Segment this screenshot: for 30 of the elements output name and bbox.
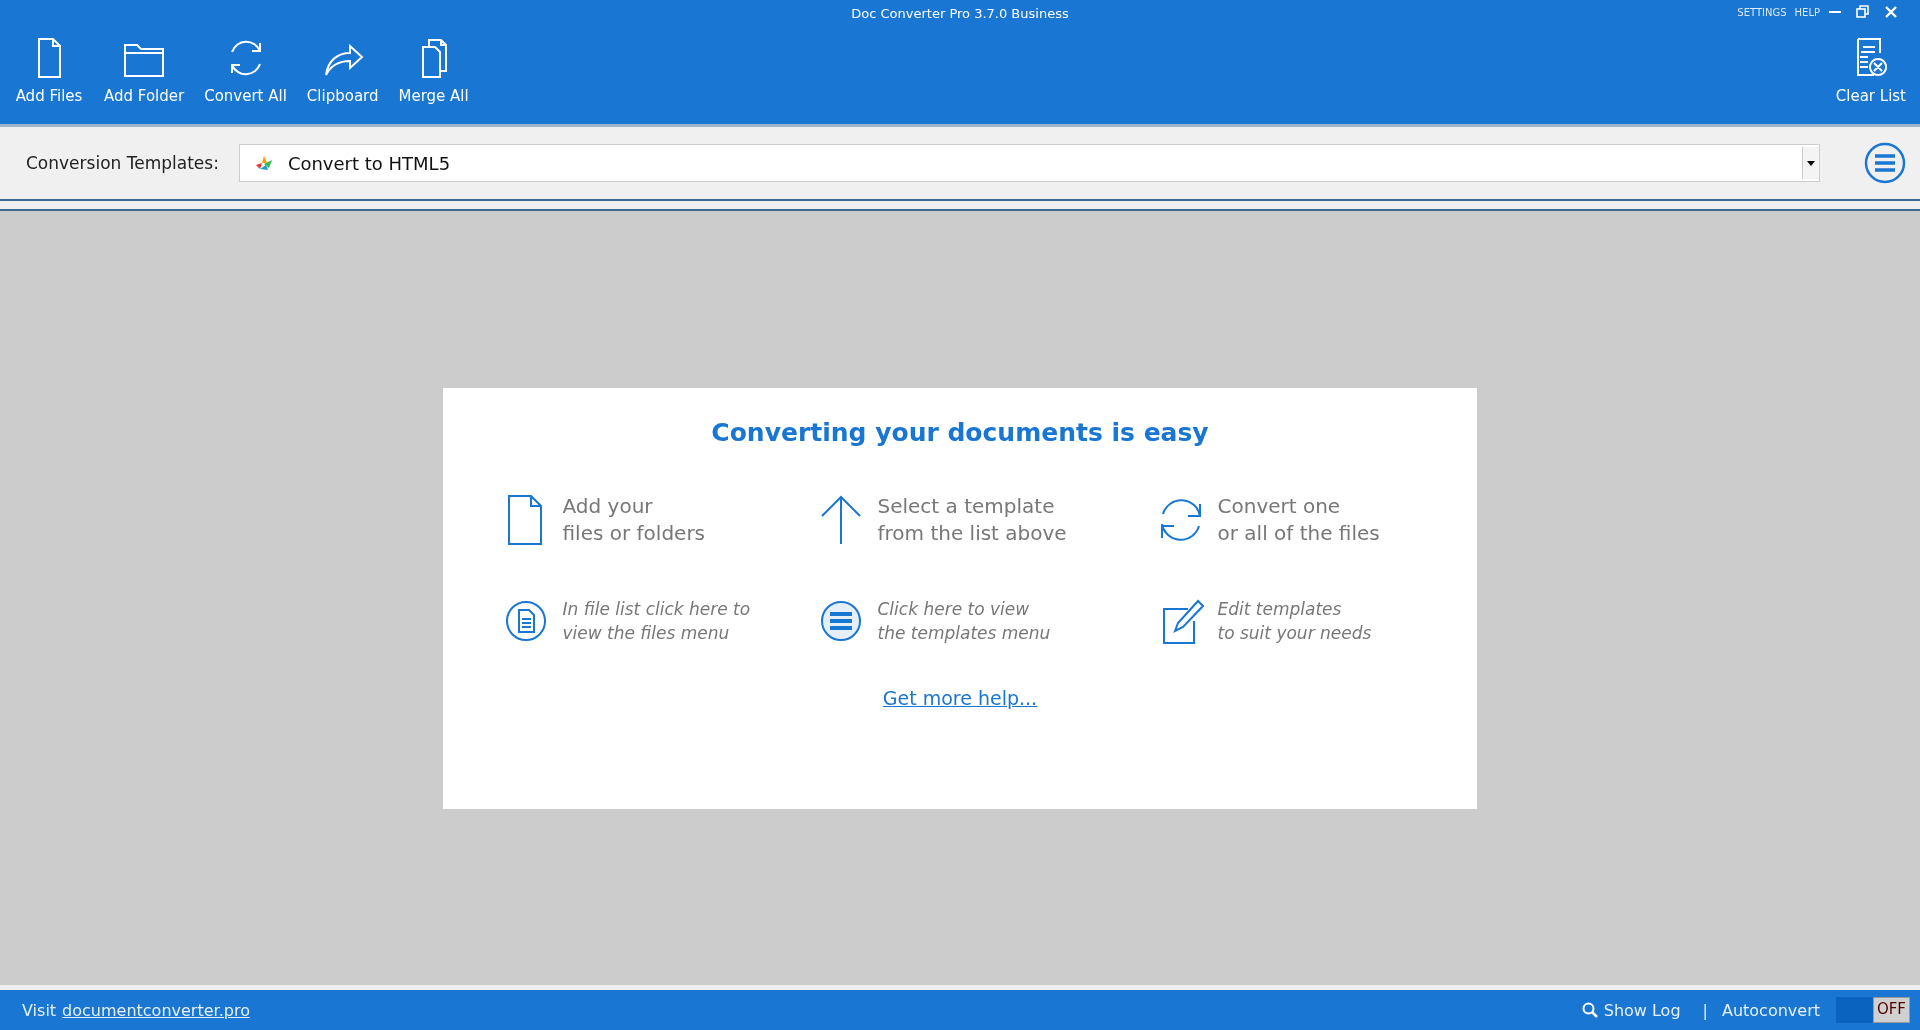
autoconvert-toggle[interactable]: OFF [1836,997,1910,1023]
clear-list-button[interactable]: Clear List [1825,35,1916,105]
visit-label: Visit [22,1000,57,1020]
toolbar-button[interactable]: Clipboard [296,35,389,105]
toolbar-button[interactable]: Merge All [388,35,479,105]
show-log-link[interactable]: Show Log [1603,1000,1681,1020]
menu-link[interactable]: HELP [1794,6,1820,18]
toolbar-button[interactable]: Add Folder [94,35,195,105]
close-icon[interactable] [1884,5,1898,19]
step-text: Edit templates to suit your needs [1217,597,1372,645]
caret-icon[interactable] [1802,147,1819,179]
template-dropdown[interactable]: Convert to HTML5 [238,144,1820,182]
window-title: Doc Converter Pro 3.7.0 Business [851,6,1069,21]
step-text: Click here to view the templates menu [877,597,1051,645]
autoconvert-label: Autoconvert [1721,1000,1820,1020]
restore-icon[interactable] [1856,5,1870,19]
menu-icon[interactable] [1864,142,1906,184]
templates-label: Conversion Templates: [26,153,219,173]
step-text: Select a template from the list above [877,492,1067,547]
step-text: In file list click here to view the files menu [562,597,751,645]
step-text: Convert one or all of the files [1217,492,1380,547]
separator: | [1702,1000,1708,1020]
toolbar-button[interactable]: Add Files [4,35,94,105]
help-title: Converting your documents is easy [711,417,1209,447]
toolbar-button[interactable]: Convert All [194,35,297,105]
search-icon[interactable] [1581,1002,1598,1018]
help-link[interactable]: Get more help... [882,686,1038,709]
step-text: Add your files or folders [562,492,706,547]
menu-link[interactable]: SETTINGS [1737,6,1787,18]
website-link[interactable]: documentconverter.pro [62,1000,250,1020]
